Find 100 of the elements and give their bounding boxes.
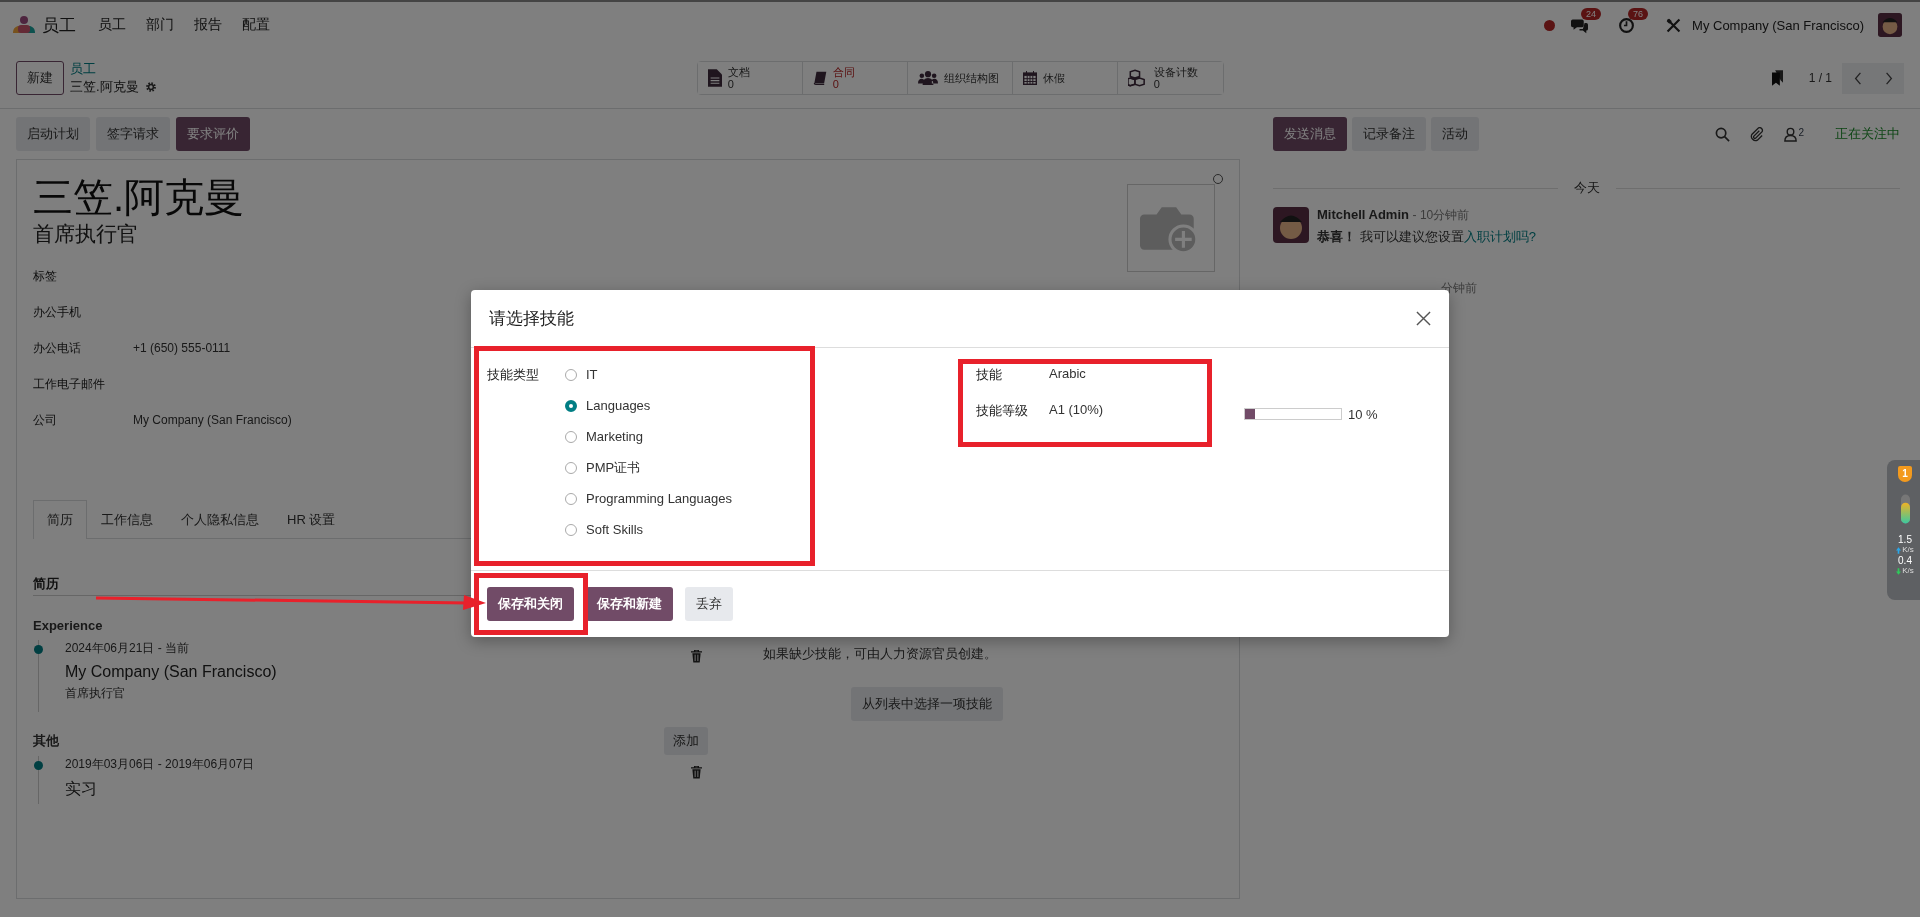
tab[interactable]: HR 设置 — [273, 500, 350, 539]
person-icon[interactable] — [1783, 126, 1799, 142]
app-name[interactable]: 员工 — [42, 13, 76, 37]
tab[interactable]: 个人隐私信息 — [167, 500, 273, 539]
activity-count-badge: 76 — [1628, 7, 1649, 20]
down-arrow-icon — [1896, 567, 1902, 575]
new-button[interactable]: 新建 — [16, 61, 64, 95]
employee-name[interactable]: 三笠.阿克曼 — [33, 174, 292, 220]
menu-item[interactable]: 部门 — [146, 16, 174, 34]
field-label: 标签 — [33, 267, 58, 285]
entry-dates: 2024年06月21日 - 当前 — [65, 640, 191, 657]
user-avatar[interactable] — [1878, 13, 1902, 37]
dialog-button[interactable]: 保存和关闭 — [487, 587, 574, 621]
company-switcher[interactable]: My Company (San Francisco) — [1692, 17, 1864, 33]
field-value[interactable]: +1 (650) 555-0111 — [133, 341, 231, 355]
chatter-button[interactable]: 发送消息 — [1273, 117, 1347, 151]
smart-button-count: 0 — [832, 78, 840, 90]
skill-level-value[interactable]: A1 (10%) — [1049, 402, 1104, 420]
follower-count: 2 — [1798, 126, 1804, 138]
entry-dates: 2019年03月06日 - 2019年06月07日 — [65, 756, 256, 773]
entry-title: 实习 — [65, 779, 98, 799]
record-name: 三笠.阿克曼 — [70, 78, 139, 96]
book-icon — [812, 69, 827, 87]
message-count-badge: 24 — [1581, 7, 1602, 20]
settings-icon[interactable] — [144, 81, 157, 93]
progress-reading: 10 % — [1348, 406, 1378, 422]
close-icon[interactable] — [1416, 311, 1431, 326]
app-logo-icon[interactable] — [12, 15, 36, 35]
add-button[interactable]: 添加 — [664, 727, 708, 755]
up-arrow-icon — [1896, 546, 1902, 554]
recording-dot-icon[interactable] — [1544, 19, 1556, 31]
smart-button-label: 合同 — [832, 66, 855, 78]
chevron-right-icon — [1884, 71, 1893, 85]
onboarding-link[interactable]: 入职计划吗? — [1463, 229, 1536, 244]
smart-button-label: 休假 — [1042, 72, 1065, 84]
field-label: 技能 — [976, 366, 1003, 384]
radio-option[interactable]: Programming Languages — [565, 490, 732, 508]
smart-button-count: 0 — [1153, 78, 1161, 90]
tab[interactable]: 简历 — [33, 500, 87, 539]
chatter-button[interactable]: 记录备注 — [1352, 117, 1426, 151]
field-value[interactable]: My Company (San Francisco) — [133, 413, 292, 427]
radio-option[interactable]: Soft Skills — [565, 521, 732, 539]
radio-option[interactable]: IT — [565, 366, 732, 384]
smart-button-count: 0 — [727, 78, 735, 90]
entry-title: My Company (San Francisco) — [65, 663, 278, 681]
field-label: 公司 — [33, 411, 58, 429]
calendar-icon — [1022, 69, 1037, 87]
timeline-dot-icon — [34, 645, 43, 654]
download-speed: 0.4 — [1898, 555, 1912, 566]
skill-value[interactable]: Arabic — [1049, 366, 1086, 384]
following-status[interactable]: 正在关注中 — [1835, 125, 1900, 143]
section-heading: Experience — [33, 617, 103, 633]
smart-button-label: 组织结构图 — [943, 72, 999, 84]
section-heading: 其他 — [33, 732, 59, 750]
radio-option[interactable]: Languages — [565, 397, 732, 415]
field-label: 办公手机 — [33, 303, 82, 321]
menu-item[interactable]: 配置 — [242, 16, 270, 34]
header-button[interactable]: 启动计划 — [16, 117, 90, 151]
radio-option[interactable]: Marketing — [565, 428, 732, 446]
gauge-icon — [1900, 494, 1910, 524]
date-separator: 今天 — [1573, 179, 1600, 197]
pager-value[interactable]: 1 / 1 — [1808, 71, 1832, 85]
upload-unit: K/s — [1902, 545, 1914, 555]
field-label: 工作电子邮件 — [33, 375, 106, 393]
bookmark-icon[interactable] — [1771, 70, 1783, 86]
field-label: 办公电话 — [33, 339, 82, 357]
breadcrumb-link[interactable]: 员工 — [70, 60, 157, 78]
dialog-title: 请选择技能 — [489, 308, 574, 330]
field-label: 技能类型 — [487, 366, 540, 384]
upload-speed: 1.5 — [1898, 534, 1912, 545]
header-button[interactable]: 签字请求 — [96, 117, 170, 151]
download-unit: K/s — [1902, 566, 1914, 576]
job-title[interactable]: 首席执行官 — [33, 220, 292, 248]
timeline-dot-icon — [34, 761, 43, 770]
entry-description: 首席执行官 — [65, 685, 126, 702]
message-time: - 10分钟前 — [1412, 208, 1470, 222]
menu-item[interactable]: 报告 — [194, 16, 222, 34]
search-icon[interactable] — [1715, 126, 1731, 142]
message-text: 恭喜！ 我可以建议您设置入职计划吗? — [1317, 228, 1536, 246]
smart-button-label: 文档 — [727, 66, 750, 78]
menu-item[interactable]: 员工 — [98, 16, 126, 34]
tab[interactable]: 工作信息 — [87, 500, 167, 539]
dialog-button[interactable]: 丢弃 — [685, 587, 733, 621]
header-button[interactable]: 要求评价 — [176, 117, 250, 151]
field-label: 技能等级 — [976, 402, 1029, 420]
smart-button-label: 设备计数 — [1153, 66, 1198, 78]
chevron-left-icon — [1853, 71, 1862, 85]
radio-option[interactable]: PMP证书 — [565, 459, 732, 477]
clock-icon[interactable] — [1618, 16, 1636, 34]
smart-button[interactable]: 文档 0 — [697, 62, 803, 94]
dialog-button[interactable]: 保存和新建 — [586, 587, 673, 621]
message-author[interactable]: Mitchell Admin — [1317, 207, 1409, 222]
cubes-icon — [1127, 69, 1148, 87]
chatter-button[interactable]: 活动 — [1431, 117, 1479, 151]
paperclip-icon[interactable] — [1749, 126, 1765, 142]
skills-hint: 如果缺少技能，可由人力资源官员创建。 — [763, 645, 998, 663]
status-circle-icon — [1213, 174, 1223, 184]
trash-icon[interactable] — [691, 766, 702, 779]
author-avatar[interactable] — [1273, 207, 1309, 243]
trash-icon[interactable] — [691, 650, 702, 663]
